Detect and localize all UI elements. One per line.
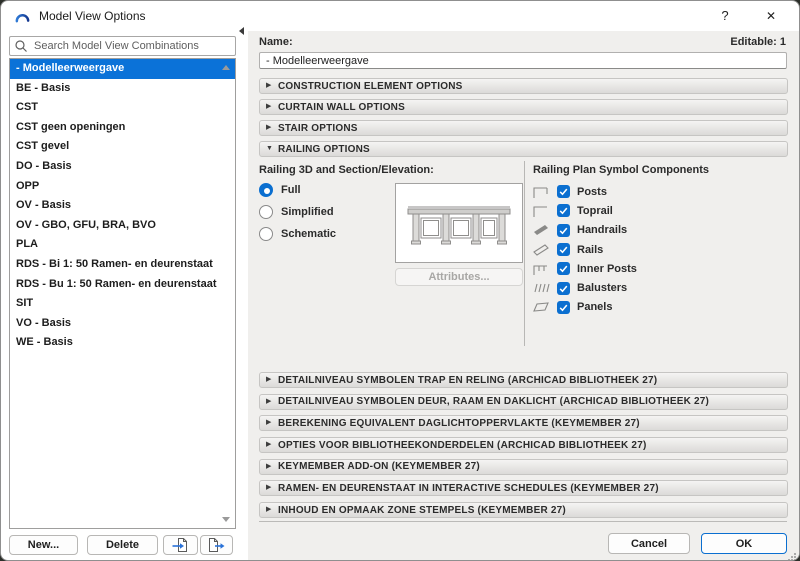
list-item[interactable]: VO - Basis (10, 314, 235, 334)
ok-button[interactable]: OK (701, 533, 787, 554)
rails-icon (532, 242, 552, 258)
list-item[interactable]: SIT (10, 294, 235, 314)
model-view-combinations-list[interactable]: - Modelleerweergave BE - Basis CST CST geen… (9, 58, 236, 529)
scroll-up-icon[interactable] (222, 65, 230, 70)
handrails-icon (532, 222, 552, 238)
editable-count: Editable: 1 (730, 36, 786, 48)
scroll-down-icon[interactable] (222, 517, 230, 522)
component-row: Handrails (532, 221, 637, 240)
chevron-right-icon: ▶ (266, 82, 272, 89)
chevron-right-icon: ▶ (266, 506, 272, 514)
section-header[interactable]: ▶ RAMEN- EN DEURENSTAAT IN INTERACTIVE SC… (259, 480, 788, 497)
section-railing-options[interactable]: ▼ RAILING OPTIONS (259, 141, 788, 157)
posts-icon (532, 184, 552, 200)
checkbox[interactable] (557, 281, 570, 295)
footer-divider (259, 521, 787, 522)
railing-mode-label: Railing 3D and Section/Elevation: (259, 164, 434, 176)
name-label: Name: (259, 36, 293, 48)
list-item[interactable]: PLA (10, 235, 235, 255)
list-item[interactable]: OV - Basis (10, 196, 235, 216)
balusters-icon (532, 280, 552, 296)
section-header[interactable]: ▶ CURTAIN WALL OPTIONS (259, 99, 788, 115)
railing-mode-radio-group: Full Simplified Schematic (259, 179, 336, 245)
chevron-right-icon: ▶ (266, 419, 272, 427)
component-row: Posts (532, 182, 637, 201)
search-icon (14, 39, 28, 53)
settings-panel: Name: Editable: 1 ▶CONSTRUCTION ELEMENT … (248, 31, 799, 560)
name-field[interactable] (259, 52, 787, 69)
import-icon[interactable] (163, 535, 198, 555)
section-header[interactable]: ▶ BEREKENING EQUIVALENT DAGLICHTOPPERVLAK… (259, 415, 788, 432)
new-button[interactable]: New... (9, 535, 78, 555)
model-view-options-dialog: Model View Options ? ✕ - Modelleerweerga… (0, 0, 800, 561)
component-row: Inner Posts (532, 259, 637, 278)
cancel-button[interactable]: Cancel (608, 533, 690, 554)
search-input[interactable] (9, 36, 236, 56)
chevron-right-icon: ▶ (266, 103, 272, 110)
chevron-right-icon: ▶ (266, 376, 272, 383)
section-header[interactable]: ▶ OPTIES VOOR BIBLIOTHEEKONDERDELEN (ARCH… (259, 437, 788, 454)
radio-option[interactable]: Full (259, 179, 336, 201)
component-row: Toprail (532, 201, 637, 220)
delete-button[interactable]: Delete (87, 535, 158, 555)
list-item[interactable]: CST geen openingen (10, 118, 235, 138)
component-row: Balusters (532, 278, 637, 297)
inner-posts-icon (532, 261, 552, 277)
chevron-right-icon: ▶ (266, 484, 272, 492)
section-header[interactable]: ▶ STAIR OPTIONS (259, 120, 788, 136)
radio-icon[interactable] (259, 205, 273, 219)
component-row: Rails (532, 240, 637, 259)
toprail-icon (532, 203, 552, 219)
title-bar[interactable]: Model View Options ? ✕ (1, 1, 799, 31)
section-header[interactable]: ▶ CONSTRUCTION ELEMENT OPTIONS (259, 78, 788, 94)
list-item[interactable]: RDS - Bi 1: 50 Ramen- en deurenstaat (10, 255, 235, 275)
radio-icon[interactable] (259, 227, 273, 241)
component-row: Panels (532, 298, 637, 317)
railing-components-checklist: Posts Toprail Handrails Rails Inner Posts Bal… (532, 182, 637, 317)
list-item[interactable]: RDS - Bu 1: 50 Ramen- en deurenstaat (10, 275, 235, 295)
export-icon[interactable] (200, 535, 233, 555)
list-item[interactable]: CST gevel (10, 137, 235, 157)
components-label: Railing Plan Symbol Components (533, 164, 710, 176)
radio-option[interactable]: Simplified (259, 201, 336, 223)
list-item[interactable]: - Modelleerweergave (10, 59, 235, 79)
search-box (9, 36, 236, 56)
checkbox[interactable] (557, 300, 570, 314)
section-header[interactable]: ▶ DETAILNIVEAU SYMBOLEN DEUR, RAAM EN DAK… (259, 393, 788, 410)
collapsed-sections-bottom: ▶ DETAILNIVEAU SYMBOLEN TRAP EN RELING (A… (259, 372, 788, 524)
chevron-right-icon: ▶ (266, 397, 272, 405)
checkbox[interactable] (557, 262, 570, 276)
railing-preview (395, 183, 523, 263)
radio-icon[interactable] (259, 183, 273, 197)
section-header[interactable]: ▶ DETAILNIVEAU SYMBOLEN TRAP EN RELING (A… (259, 372, 788, 388)
checkbox[interactable] (557, 185, 570, 199)
close-icon[interactable]: ✕ (755, 4, 787, 28)
list-item[interactable]: WE - Basis (10, 333, 235, 353)
checkbox[interactable] (557, 204, 570, 218)
archicad-logo-icon (14, 8, 31, 25)
chevron-right-icon: ▶ (266, 124, 272, 131)
radio-option[interactable]: Schematic (259, 223, 336, 245)
collapse-sidebar-icon[interactable] (239, 27, 244, 35)
list-item[interactable]: OPP (10, 177, 235, 197)
section-header[interactable]: ▶ KEYMEMBER ADD-ON (KEYMEMBER 27) (259, 458, 788, 475)
column-divider (524, 161, 525, 346)
panels-icon (532, 299, 552, 315)
section-header[interactable]: ▶ INHOUD EN OPMAAK ZONE STEMPELS (KEYMEMB… (259, 502, 788, 519)
list-item[interactable]: DO - Basis (10, 157, 235, 177)
chevron-down-icon: ▼ (266, 145, 273, 152)
list-item[interactable]: BE - Basis (10, 79, 235, 99)
resize-grip[interactable] (786, 549, 797, 560)
list-item[interactable]: OV - GBO, GFU, BRA, BVO (10, 216, 235, 236)
collapsed-sections-top: ▶ CONSTRUCTION ELEMENT OPTIONS ▶ CURTAIN WA… (259, 78, 788, 141)
chevron-right-icon: ▶ (266, 462, 272, 470)
attributes-button[interactable]: Attributes... (395, 268, 523, 286)
checkbox[interactable] (557, 223, 570, 237)
dialog-title: Model View Options (39, 9, 146, 23)
chevron-right-icon: ▶ (266, 441, 272, 449)
checkbox[interactable] (557, 243, 570, 257)
help-button[interactable]: ? (709, 4, 741, 28)
list-item[interactable]: CST (10, 98, 235, 118)
